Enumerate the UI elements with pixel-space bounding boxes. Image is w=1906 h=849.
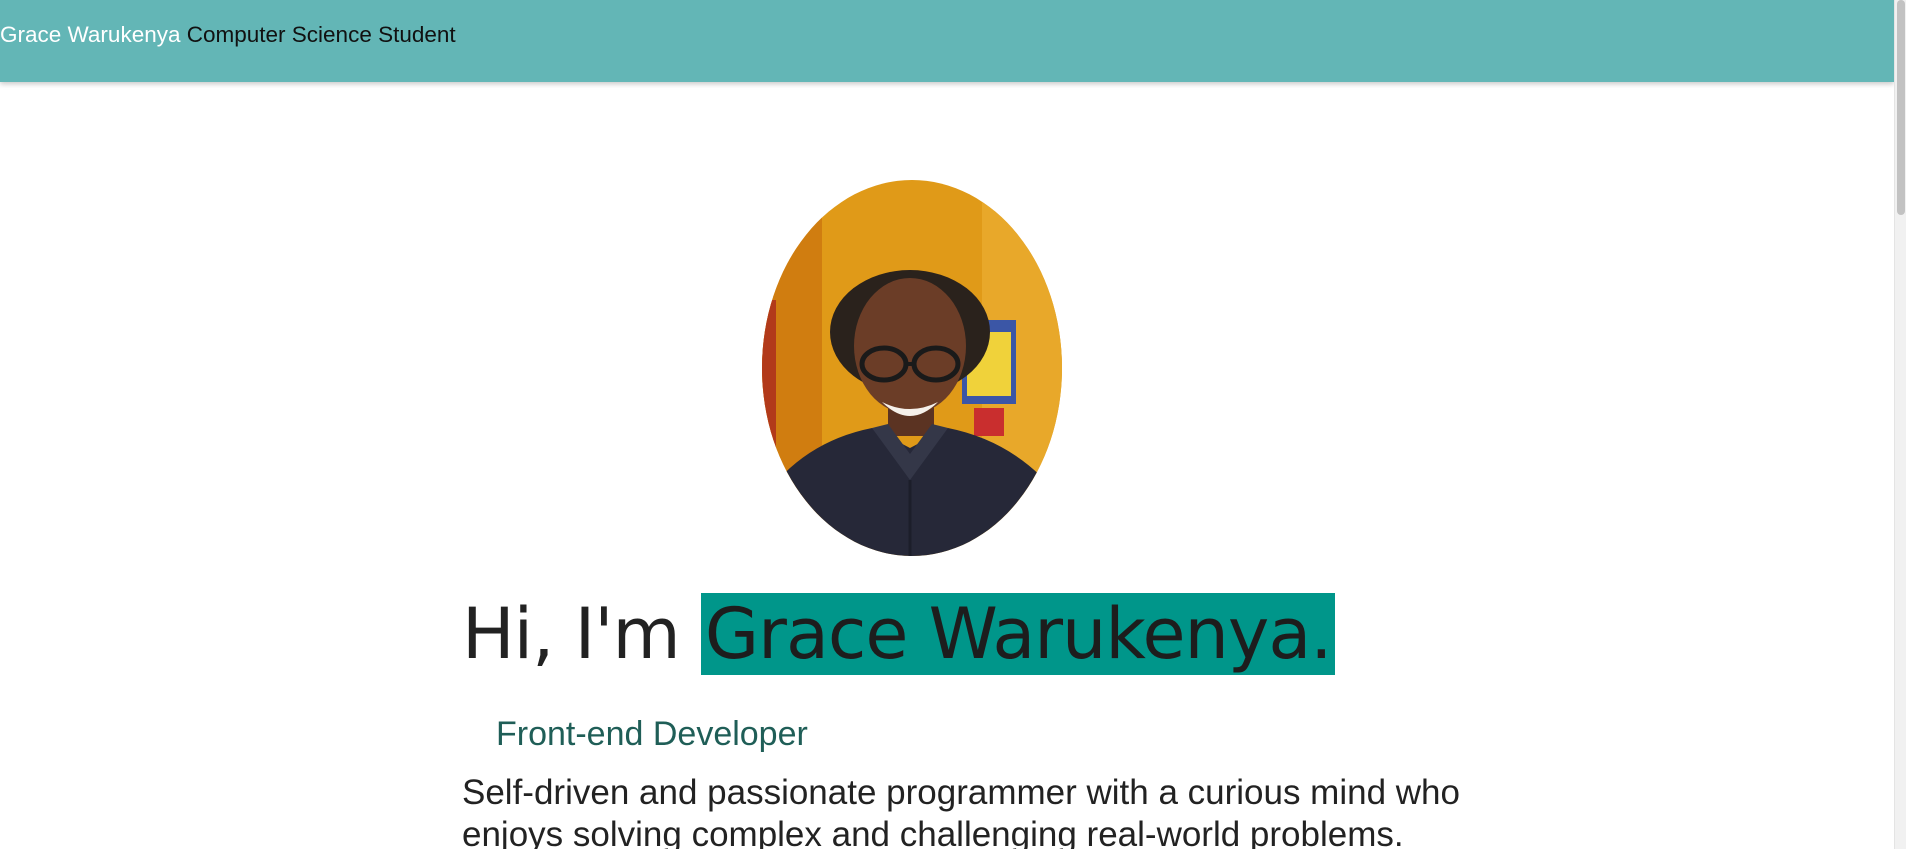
greeting-heading: Hi, I'm Grace Warukenya. xyxy=(462,586,1336,682)
brand[interactable]: Grace Warukenya Computer Science Student xyxy=(0,21,456,49)
scrollbar-thumb[interactable] xyxy=(1897,0,1905,215)
bio-text: Self-driven and passionate programmer wi… xyxy=(462,773,1460,849)
role-subtitle: Front-end Developer xyxy=(496,715,808,753)
greeting-prefix: Hi, I'm xyxy=(462,593,701,675)
hero-heading: Hi, I'm Grace Warukenya. xyxy=(462,586,1336,682)
page: Grace Warukenya Computer Science Student xyxy=(0,0,1906,849)
top-navbar: Grace Warukenya Computer Science Student xyxy=(0,0,1894,82)
profile-photo xyxy=(762,180,1062,556)
brand-name[interactable]: Grace Warukenya xyxy=(0,22,180,47)
profile-photo-illustration xyxy=(762,180,1062,556)
vertical-scrollbar[interactable] xyxy=(1894,0,1906,849)
brand-title: Computer Science Student xyxy=(186,22,456,47)
greeting-name-highlight: Grace Warukenya. xyxy=(700,593,1336,675)
